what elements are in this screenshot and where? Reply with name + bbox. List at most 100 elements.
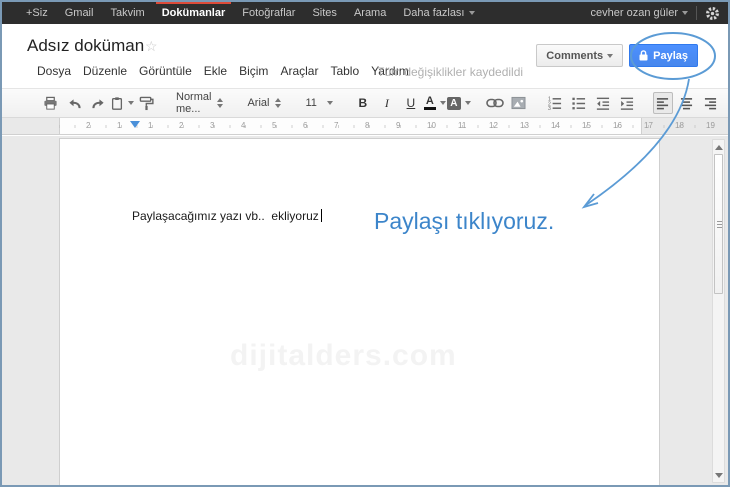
decrease-indent-button[interactable] [593,92,613,114]
numbered-list-button[interactable]: 123 [545,92,565,114]
scroll-up-icon[interactable] [715,145,723,150]
underline-button[interactable]: U [401,92,421,114]
bulleted-list-icon [571,96,586,111]
paint-format-button[interactable] [136,92,156,114]
ruler-number: 4 [241,121,246,130]
doc-header: Adsız doküman ☆ Comments Paylaş Dosya Düz… [2,24,728,88]
align-left-icon [655,97,670,110]
align-center-icon [679,97,694,110]
ruler-number: 10 [427,121,436,130]
font-size-value: 11 [305,97,317,109]
menu-item[interactable]: Dosya [37,64,71,78]
document-title[interactable]: Adsız doküman [27,36,144,56]
scrollbar-thumb[interactable] [714,154,723,294]
redo-button[interactable] [88,92,108,114]
text-color-button[interactable]: A [423,92,446,114]
ruler-number: 19 [706,121,715,130]
style-value: Normal me... [176,91,212,115]
menu-item[interactable]: Düzenle [83,64,127,78]
italic-button[interactable]: I [377,92,397,114]
ruler-number: 14 [551,121,560,130]
ruler-number: 13 [520,121,529,130]
google-docs-window: +Siz Gmail Takvim Dokümanlar Fotoğraflar Site… [0,0,730,487]
ruler-number: 12 [489,121,498,130]
clipboard-icon [110,96,124,111]
bold-label: B [358,96,368,110]
highlight-color-button[interactable]: A [447,92,471,114]
text-color-icon: A [423,96,436,110]
image-icon [511,96,526,110]
topbar-items: +Siz Gmail Takvim Dokümanlar Fotoğraflar Site… [26,2,475,24]
menu-bar: Dosya Düzenle Görüntüle Ekle Biçim Araçlar Tab… [37,64,409,78]
vertical-scrollbar[interactable] [712,139,725,483]
comments-label: Comments [546,49,604,62]
ruler-number: 2 [86,121,91,130]
insert-link-button[interactable] [485,92,505,114]
ruler-number: 17 [644,121,653,130]
google-black-bar: +Siz Gmail Takvim Dokümanlar Fotoğraflar Site… [2,2,728,24]
font-size-select[interactable]: 11 [301,92,336,114]
increase-indent-button[interactable] [617,92,637,114]
margin-marker-icon[interactable] [130,121,140,128]
align-center-button[interactable] [677,92,697,114]
ruler[interactable]: 2 1 1 2 3 4 5 6 7 8 9 10 11 12 13 14 15 16 17 18 19 [2,118,728,135]
document-text[interactable]: Paylaşacağımız yazı vb.. ekliyoruz [132,209,322,223]
font-value: Arial [247,97,270,109]
save-status: Tüm değişiklikler kaydedildi [377,65,524,79]
print-button[interactable] [40,92,60,114]
ruler-number: 1 [117,121,122,130]
menu-item[interactable]: Biçim [239,64,268,78]
underline-label: U [406,96,416,110]
menu-item[interactable]: Tablo [330,64,359,78]
justify-button[interactable] [725,92,728,114]
undo-button[interactable] [64,92,84,114]
font-family-select[interactable]: Arial [243,92,285,114]
align-right-icon [703,97,718,110]
bold-button[interactable]: B [353,92,373,114]
ruler-number: 2 [179,121,184,130]
ruler-ticks [59,125,708,128]
account-menu[interactable]: cevher ozan güler [591,7,688,19]
align-left-button[interactable] [652,92,673,114]
topbar-divider [696,6,697,20]
menu-item[interactable]: Araçlar [280,64,318,78]
settings-button[interactable] [705,6,720,21]
annotation-callout-text: Paylaşı tıklıyoruz. [374,208,555,234]
chevron-down-icon [682,11,688,16]
topbar-item[interactable]: Fotoğraflar [242,2,295,24]
ruler-number: 18 [675,121,684,130]
star-icon[interactable]: ☆ [145,38,158,55]
topbar-item[interactable]: Sites [312,2,336,24]
ruler-number: 15 [582,121,591,130]
ruler-number: 5 [272,121,277,130]
insert-image-button[interactable] [509,92,529,114]
redo-icon [91,97,106,110]
menu-item[interactable]: Görüntüle [139,64,192,78]
svg-text:3: 3 [548,106,551,111]
topbar-item[interactable]: Gmail [65,2,94,24]
indent-icon [619,96,634,111]
chevron-down-icon [468,11,475,15]
align-right-button[interactable] [701,92,721,114]
comments-button[interactable]: Comments [536,44,624,67]
updown-icon [217,98,224,108]
ruler-number: 3 [210,121,215,130]
share-button[interactable]: Paylaş [629,44,698,67]
ruler-number: 9 [396,121,401,130]
formatting-toolbar: Normal me... Arial 11 B I U A A 123 [2,88,728,118]
ruler-number: 1 [148,121,153,130]
outdent-icon [595,96,610,111]
bulleted-list-button[interactable] [569,92,589,114]
paste-button[interactable] [110,92,134,114]
topbar-item[interactable]: Daha fazlası [403,2,475,24]
topbar-item[interactable]: Takvim [110,2,144,24]
lock-icon [639,50,648,61]
topbar-item[interactable]: Arama [354,2,386,24]
ruler-number: 8 [365,121,370,130]
document-page[interactable]: dijitalders.com Paylaşacağımız yazı vb..… [59,138,660,485]
menu-item[interactable]: Ekle [204,64,227,78]
scroll-down-icon[interactable] [715,473,723,478]
topbar-item[interactable]: Dokümanlar [155,2,231,24]
topbar-item[interactable]: +Siz [26,2,48,24]
paragraph-style-select[interactable]: Normal me... [172,91,227,115]
